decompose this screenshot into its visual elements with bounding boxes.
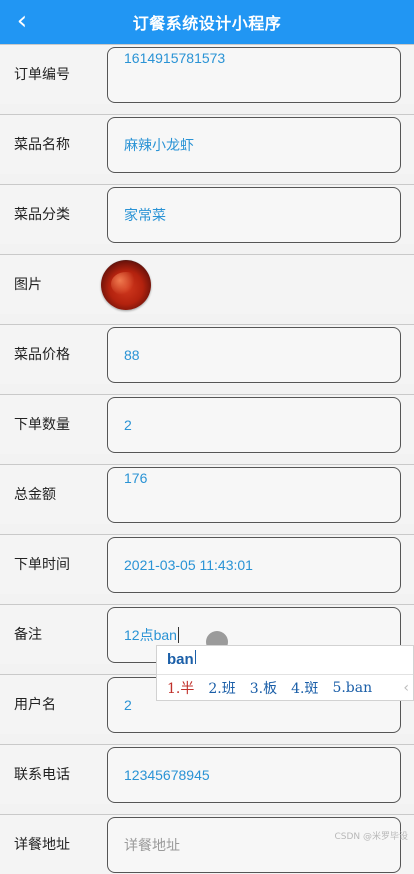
form-row-dish-category: 菜品分类 家常菜 — [0, 184, 414, 244]
ime-candidate-list: 1.半 2.班 3.板 4.斑 5.ban — [157, 674, 413, 700]
field-label: 下单时间 — [14, 557, 70, 573]
address-field[interactable]: 详餐地址 — [107, 817, 401, 873]
order-time-field[interactable]: 2021-03-05 11:43:01 — [107, 537, 401, 593]
dish-category-field[interactable]: 家常菜 — [107, 187, 401, 243]
quantity-field[interactable]: 2 — [107, 397, 401, 453]
form-row-dish-price: 菜品价格 88 — [0, 324, 414, 384]
ime-cursor — [194, 650, 196, 664]
field-label: 联系电话 — [14, 767, 70, 783]
form-row-total-amount: 总金额 176 — [0, 464, 414, 524]
form-row-quantity: 下单数量 2 — [0, 394, 414, 454]
back-button[interactable]: ‹ — [8, 6, 36, 36]
field-label: 菜品价格 — [14, 347, 70, 363]
chevron-left-icon: ‹ — [16, 6, 28, 36]
watermark: CSDN @米罗毕设 — [334, 832, 408, 842]
total-amount-field[interactable]: 176 — [107, 467, 401, 523]
dish-photo[interactable] — [101, 260, 151, 310]
top-navigation-bar: ‹ 订餐系统设计小程序 — [0, 0, 414, 44]
form-row-phone: 联系电话 12345678945 — [0, 744, 414, 804]
dish-name-field[interactable]: 麻辣小龙虾 — [107, 117, 401, 173]
chevron-left-icon[interactable]: ‹ — [403, 680, 409, 696]
ime-composition-text: ban — [167, 650, 196, 668]
ime-candidate[interactable]: 2.班 — [208, 678, 235, 698]
form-row-order-number: 订单编号 1614915781573 — [0, 44, 414, 104]
field-label: 图片 — [14, 277, 42, 293]
form-row-order-time: 下单时间 2021-03-05 11:43:01 — [0, 534, 414, 594]
ime-composition-value: ban — [167, 651, 194, 668]
field-label: 总金额 — [14, 487, 56, 503]
ime-candidate[interactable]: 4.斑 — [291, 678, 318, 698]
form-row-dish-name: 菜品名称 麻辣小龙虾 — [0, 114, 414, 174]
form-row-address: 详餐地址 详餐地址 — [0, 814, 414, 874]
order-number-field[interactable]: 1614915781573 — [107, 47, 401, 103]
field-label: 下单数量 — [14, 417, 70, 433]
form-row-image: 图片 — [0, 254, 414, 314]
field-label: 详餐地址 — [14, 837, 70, 853]
text-cursor — [177, 627, 179, 643]
phone-field[interactable]: 12345678945 — [107, 747, 401, 803]
field-label: 订单编号 — [14, 67, 70, 83]
ime-candidate[interactable]: 1.半 — [167, 678, 194, 698]
field-label: 用户名 — [14, 697, 56, 713]
dish-price-field[interactable]: 88 — [107, 327, 401, 383]
remark-text: 12点ban — [124, 627, 177, 643]
page-title: 订餐系统设计小程序 — [132, 14, 282, 33]
field-label: 备注 — [14, 627, 42, 643]
ime-candidate-popup: ban 1.半 2.班 3.板 4.斑 5.ban ‹ — [156, 645, 414, 701]
ime-candidate[interactable]: 5.ban — [332, 680, 372, 696]
field-label: 菜品名称 — [14, 137, 70, 153]
ime-candidate[interactable]: 3.板 — [250, 678, 277, 698]
field-label: 菜品分类 — [14, 207, 70, 223]
